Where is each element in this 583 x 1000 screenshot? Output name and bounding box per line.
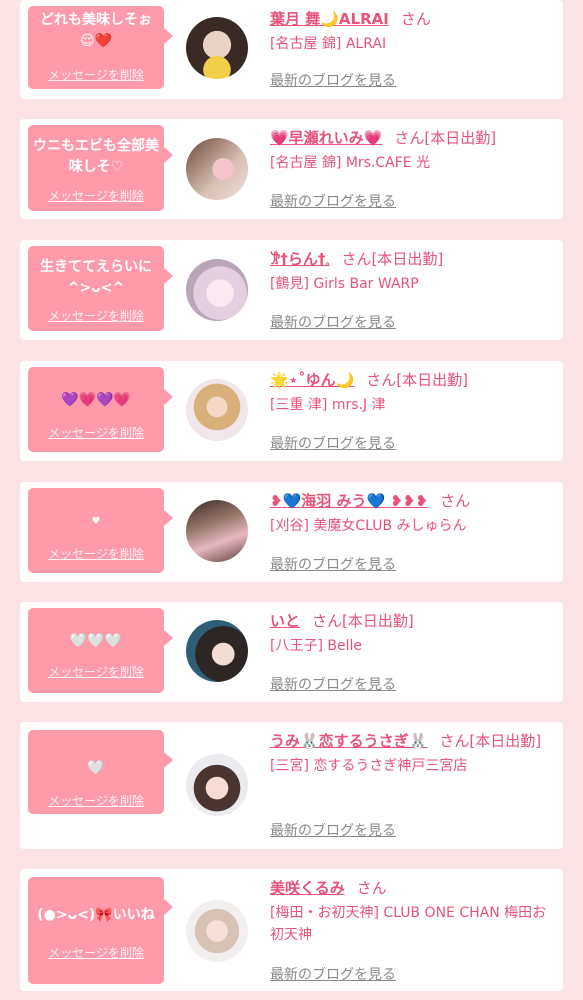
girl-name-link[interactable]: 𐦂†らん†𓈒 — [270, 250, 330, 268]
shop-label: [三重 津] mrs.J 津 — [270, 397, 386, 413]
shop-label: [八王子] Belle — [270, 638, 362, 654]
avatar[interactable] — [186, 900, 248, 962]
message-text: 🤍🤍🤍 — [69, 633, 123, 649]
girl-name-link[interactable]: うみ🐰恋するうさぎ🐰 — [270, 732, 427, 750]
delete-message-link[interactable]: メッセージを削除 — [28, 424, 164, 441]
girl-name-link[interactable]: いと — [270, 612, 300, 630]
latest-blog-link[interactable]: 最新のブログを見る — [270, 674, 396, 694]
message-text: 💜💗💜💗 — [61, 392, 131, 408]
shop-label: [刈谷] 美魔女CLUB みしゅらん — [270, 518, 467, 534]
delete-message-link[interactable]: メッセージを削除 — [28, 944, 164, 961]
latest-blog-link[interactable]: 最新のブログを見る — [270, 70, 396, 90]
delete-message-link[interactable]: メッセージを削除 — [28, 187, 164, 204]
message-text: 🤍 — [87, 760, 105, 776]
delete-message-link[interactable]: メッセージを削除 — [28, 663, 164, 680]
shop-label: [鶴見] Girls Bar WARP — [270, 276, 419, 292]
avatar[interactable] — [186, 379, 248, 441]
avatar[interactable] — [186, 620, 248, 682]
message-bubble: どれも美味しそぉ 😌❤️ メッセージを削除 — [28, 6, 173, 89]
delete-message-link[interactable]: メッセージを削除 — [28, 307, 164, 324]
list-item: どれも美味しそぉ 😌❤️ メッセージを削除 葉月 舞🌙ALRAI さん [名古屋 … — [20, 0, 563, 99]
honorific-label: さん[本日出勤] — [341, 250, 444, 268]
message-text: (●>ᴗ<)🎀いいね — [37, 907, 155, 923]
avatar[interactable] — [186, 500, 248, 562]
honorific-label: さん[本日出勤] — [312, 612, 414, 630]
shop-label: [名古屋 錦] Mrs.CAFE 光 — [270, 155, 431, 171]
avatar[interactable] — [186, 17, 248, 79]
avatar[interactable] — [186, 754, 248, 816]
latest-blog-link[interactable]: 最新のブログを見る — [270, 191, 396, 211]
girl-name-link[interactable]: 美咲くるみ — [270, 879, 345, 897]
avatar[interactable] — [186, 259, 248, 321]
message-bubble: 💜💗💜💗 メッセージを削除 — [28, 367, 173, 452]
latest-blog-link[interactable]: 最新のブログを見る — [270, 312, 396, 332]
list-item: (●>ᴗ<)🎀いいね メッセージを削除 美咲くるみ さん [梅田・お初天神] CL… — [20, 869, 563, 991]
list-item: ウニもエビも全部美味しそ♡ メッセージを削除 💗早瀬れいみ💗 さん[本日出勤] [… — [20, 119, 563, 219]
latest-blog-link[interactable]: 最新のブログを見る — [270, 554, 396, 574]
message-text: どれも美味しそぉ 😌❤️ — [40, 12, 152, 49]
girl-name-link[interactable]: ❥💙海羽 みう💙 ❥❥❥ — [270, 492, 428, 510]
list-item: 生きててえらいに ^>ᴗ<^ メッセージを削除 𐦂†らん†𓈒 さん[本日出勤] [… — [20, 240, 563, 340]
latest-blog-link[interactable]: 最新のブログを見る — [270, 820, 396, 840]
delete-message-link[interactable]: メッセージを削除 — [28, 545, 164, 562]
list-item: 💜💗💜💗 メッセージを削除 🌟⋆˚ゆん🌙 さん[本日出勤] [三重 津] mrs.… — [20, 361, 563, 461]
message-bubble: ♥ メッセージを削除 — [28, 488, 173, 573]
honorific-label: さん[本日出勤] — [394, 129, 497, 147]
shop-label: [三宮] 恋するうさぎ神戸三宮店 — [270, 758, 468, 774]
girl-name-link[interactable]: 🌟⋆˚ゆん🌙 — [270, 371, 354, 389]
list-item: ♥ メッセージを削除 ❥💙海羽 みう💙 ❥❥❥ さん [刈谷] 美魔女CLUB み… — [20, 482, 563, 582]
honorific-label: さん — [440, 492, 471, 510]
latest-blog-link[interactable]: 最新のブログを見る — [270, 964, 396, 984]
message-text: 生きててえらいに ^>ᴗ<^ — [40, 259, 152, 296]
honorific-label: さん — [400, 10, 431, 28]
delete-message-link[interactable]: メッセージを削除 — [28, 792, 164, 809]
message-text: ♥ — [91, 516, 101, 527]
message-text: ウニもエビも全部美味しそ♡ — [33, 138, 159, 175]
honorific-label: さん — [356, 879, 387, 897]
shop-label: [名古屋 錦] ALRAI — [270, 36, 387, 52]
message-bubble: 生きててえらいに ^>ᴗ<^ メッセージを削除 — [28, 246, 173, 331]
latest-blog-link[interactable]: 最新のブログを見る — [270, 433, 396, 453]
delete-message-link[interactable]: メッセージを削除 — [28, 66, 164, 83]
girl-name-link[interactable]: 葉月 舞🌙ALRAI — [270, 10, 389, 28]
message-bubble: 🤍🤍🤍 メッセージを削除 — [28, 608, 173, 693]
list-item: 🤍🤍🤍 メッセージを削除 いと さん[本日出勤] [八王子] Belle 最新のブ… — [20, 602, 563, 702]
girl-name-link[interactable]: 💗早瀬れいみ💗 — [270, 129, 382, 147]
honorific-label: さん[本日出勤] — [366, 371, 468, 389]
honorific-label: さん[本日出勤] — [439, 732, 542, 750]
message-bubble: 🤍 メッセージを削除 — [28, 730, 173, 814]
avatar[interactable] — [186, 138, 248, 200]
message-bubble: ウニもエビも全部美味しそ♡ メッセージを削除 — [28, 125, 173, 211]
list-item: 🤍 メッセージを削除 うみ🐰恋するうさぎ🐰 さん[本日出勤] [三宮] 恋するうさ… — [20, 722, 563, 849]
message-bubble: (●>ᴗ<)🎀いいね メッセージを削除 — [28, 877, 173, 984]
shop-label: [梅田・お初天神] CLUB ONE CHAN 梅田お初天神 — [270, 905, 547, 943]
